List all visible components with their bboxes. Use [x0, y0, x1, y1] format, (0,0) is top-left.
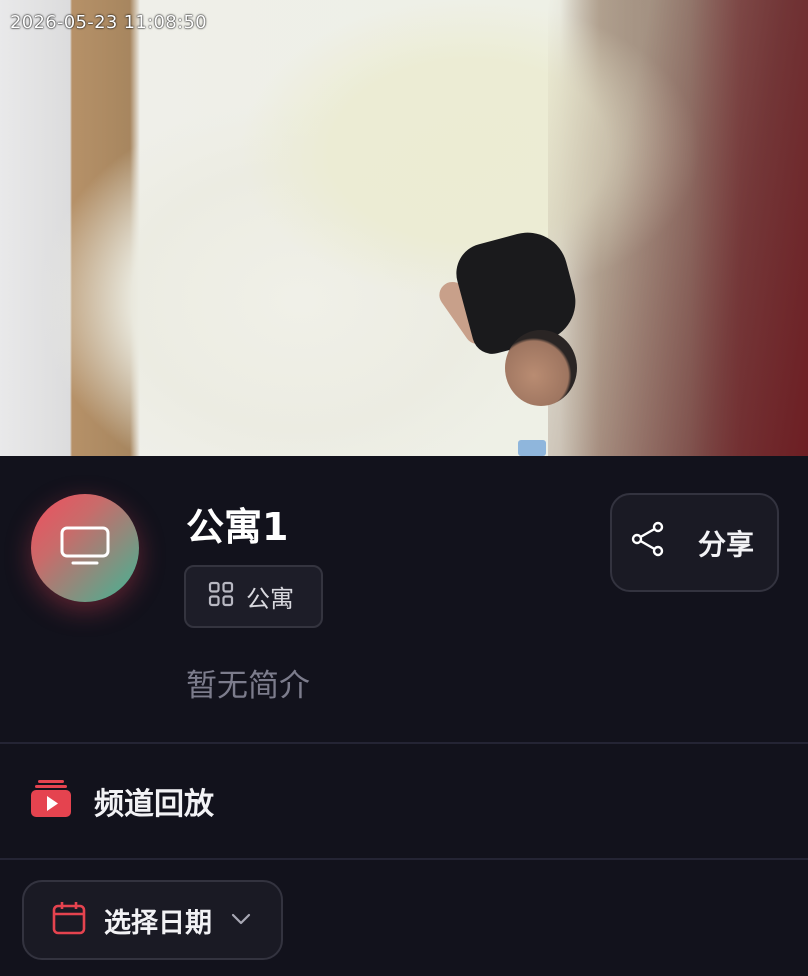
channel-info: 公寓1 公寓 暂无简介 分享 — [0, 456, 808, 744]
video-player[interactable]: 2026-05-23 11:08:50 — [0, 0, 808, 456]
playlist-play-icon — [30, 780, 72, 822]
date-row: 选择日期 — [0, 860, 808, 974]
channel-title: 公寓1 — [186, 505, 289, 549]
calendar-icon — [52, 901, 86, 939]
date-picker-label: 选择日期 — [104, 907, 212, 939]
video-frame-decor — [518, 440, 546, 456]
tv-icon — [59, 525, 111, 571]
share-icon — [630, 521, 666, 564]
video-frame-decor — [505, 330, 577, 406]
playback-section-header: 频道回放 — [0, 744, 808, 860]
category-tag[interactable]: 公寓 — [184, 565, 323, 628]
channel-avatar — [31, 494, 139, 602]
date-picker[interactable]: 选择日期 — [22, 880, 283, 960]
chevron-down-icon — [230, 911, 252, 930]
video-frame-decor — [548, 0, 808, 456]
category-tag-label: 公寓 — [246, 585, 294, 613]
section-title: 频道回放 — [94, 787, 214, 822]
grid-icon — [208, 581, 234, 613]
share-button[interactable]: 分享 — [610, 493, 779, 592]
video-timestamp: 2026-05-23 11:08:50 — [10, 12, 207, 33]
channel-description: 暂无简介 — [186, 668, 310, 704]
share-label: 分享 — [698, 527, 755, 561]
